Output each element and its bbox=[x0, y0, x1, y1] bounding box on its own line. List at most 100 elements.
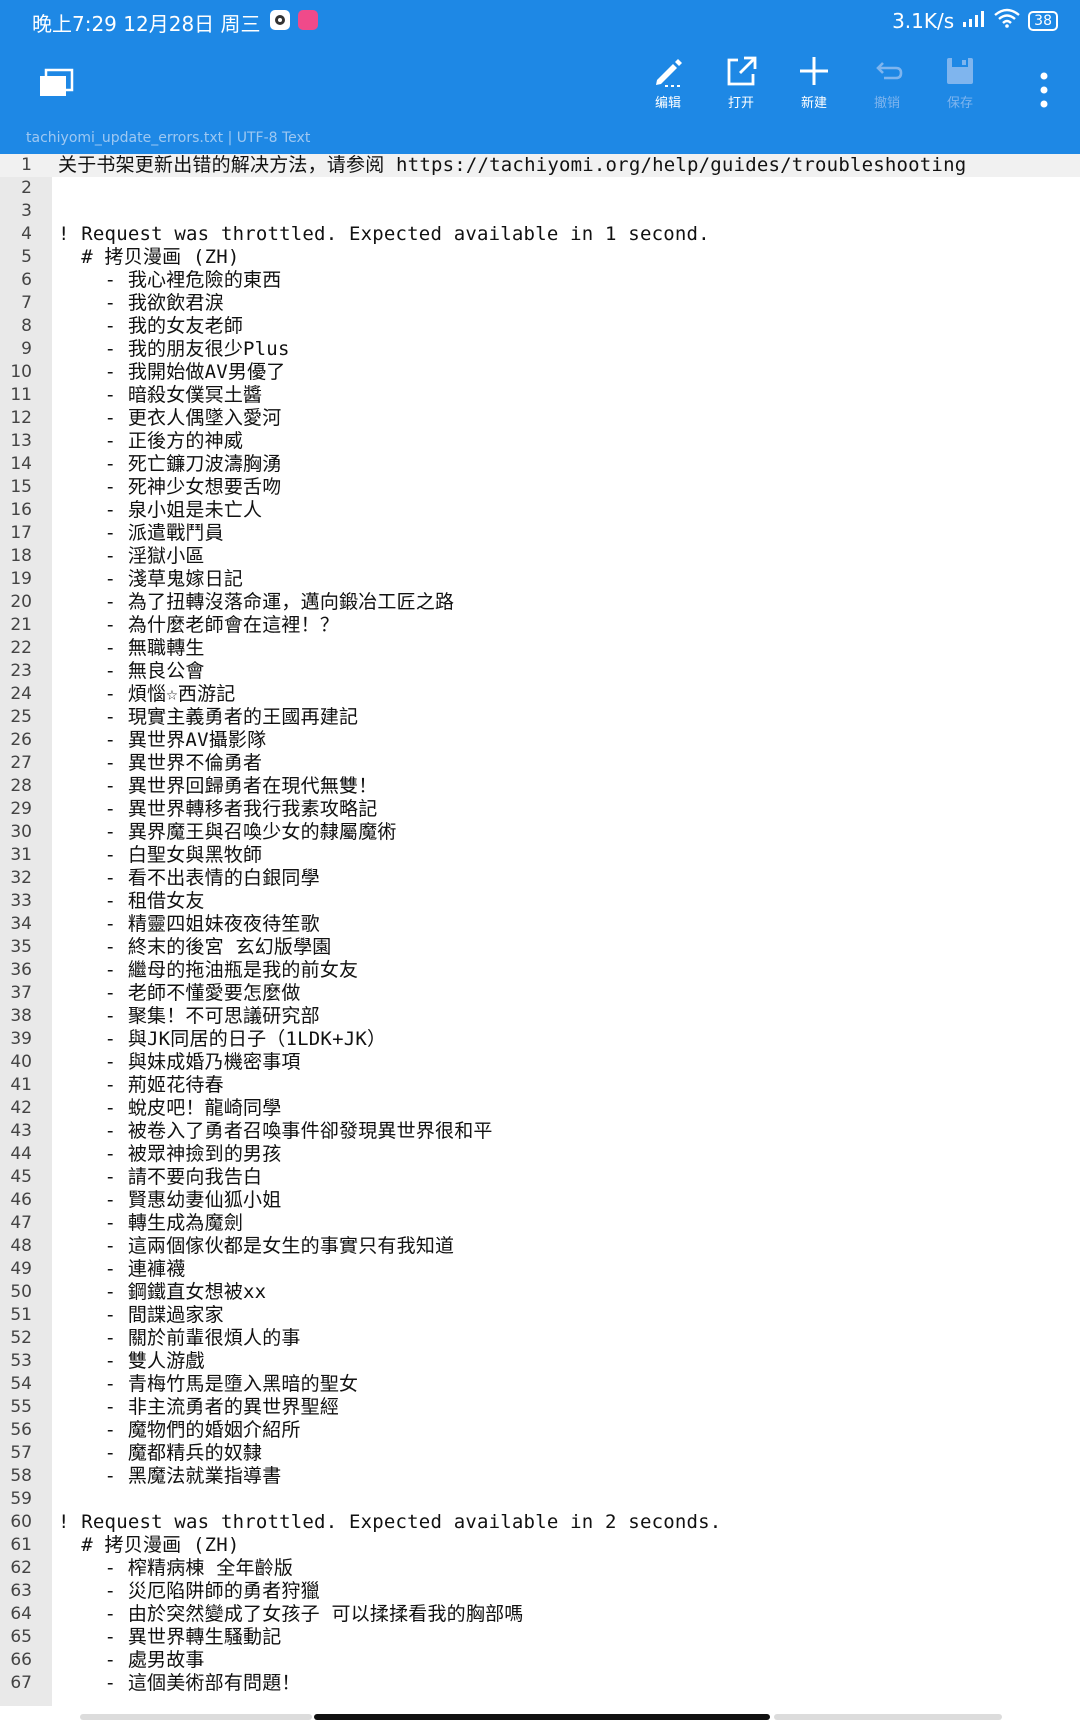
editor-line[interactable]: 49 - 連褲襪 bbox=[0, 1258, 1080, 1281]
editor-line[interactable]: 44 - 被眾神撿到的男孩 bbox=[0, 1143, 1080, 1166]
editor-line[interactable]: 52 - 關於前輩很煩人的事 bbox=[0, 1327, 1080, 1350]
editor-line[interactable]: 33 - 租借女友 bbox=[0, 890, 1080, 913]
line-number: 11 bbox=[10, 385, 32, 405]
editor-line[interactable]: 66 - 處男故事 bbox=[0, 1649, 1080, 1672]
line-text: - 鋼鐵直女想被xx bbox=[58, 1281, 267, 1303]
editor-line[interactable]: 50 - 鋼鐵直女想被xx bbox=[0, 1281, 1080, 1304]
undo-label: 撤销 bbox=[873, 96, 900, 111]
editor-line[interactable]: 20 - 為了扭轉沒落命運，邁向鍛冶工匠之路 bbox=[0, 591, 1080, 614]
editor-line[interactable]: 57 - 魔都精兵的奴隸 bbox=[0, 1442, 1080, 1465]
editor-line[interactable]: 47 - 轉生成為魔劍 bbox=[0, 1212, 1080, 1235]
editor-line[interactable]: 56 - 魔物們的婚姻介紹所 bbox=[0, 1419, 1080, 1442]
editor-line[interactable]: 4 ! Request was throttled. Expected avail… bbox=[0, 223, 1080, 246]
tabs-icon[interactable] bbox=[38, 68, 74, 98]
editor-line[interactable]: 16 - 泉小姐是未亡人 bbox=[0, 499, 1080, 522]
status-right: 3.1K/s 38 bbox=[892, 8, 1058, 33]
editor-line[interactable]: 30 - 異界魔王與召喚少女的隸屬魔術 bbox=[0, 821, 1080, 844]
editor-line[interactable]: 46 - 賢惠幼妻仙狐小姐 bbox=[0, 1189, 1080, 1212]
editor-line[interactable]: 65 - 異世界轉生騷動記 bbox=[0, 1626, 1080, 1649]
text-editor[interactable]: 1 关于书架更新出错的解决方法，请参阅 https://tachiyomi.org… bbox=[0, 154, 1080, 1706]
editor-line[interactable]: 58 - 黑魔法就業指導書 bbox=[0, 1465, 1080, 1488]
new-button[interactable]: 新建 bbox=[782, 50, 846, 120]
editor-line[interactable]: 25 - 現實主義勇者的王國再建記 bbox=[0, 706, 1080, 729]
line-text: - 這個美術部有問題！ bbox=[58, 1672, 301, 1694]
editor-line[interactable]: 28 - 異世界回歸勇者在現代無雙！ bbox=[0, 775, 1080, 798]
line-number: 7 bbox=[21, 293, 32, 313]
editor-line[interactable]: 14 - 死亡鐮刀波濤胸湧 bbox=[0, 453, 1080, 476]
editor-line[interactable]: 64 - 由於突然變成了女孩子 可以揉揉看我的胸部嗎 bbox=[0, 1603, 1080, 1626]
save-label: 保存 bbox=[946, 96, 973, 111]
editor-line[interactable]: 15 - 死神少女想要舌吻 bbox=[0, 476, 1080, 499]
editor-line[interactable]: 24 - 煩惱☆西游記 bbox=[0, 683, 1080, 706]
editor-line[interactable]: 26 - 異世界AV攝影隊 bbox=[0, 729, 1080, 752]
editor-line[interactable]: 22 - 無職轉生 bbox=[0, 637, 1080, 660]
line-number: 38 bbox=[10, 1006, 32, 1026]
line-number: 40 bbox=[10, 1052, 32, 1072]
editor-line[interactable]: 2 bbox=[0, 177, 1080, 200]
editor-line[interactable]: 11 - 暗殺女僕冥土醬 bbox=[0, 384, 1080, 407]
editor-line[interactable]: 54 - 青梅竹馬是墮入黑暗的聖女 bbox=[0, 1373, 1080, 1396]
editor-line[interactable]: 51 - 間諜過家家 bbox=[0, 1304, 1080, 1327]
editor-line[interactable]: 13 - 正後方的神威 bbox=[0, 430, 1080, 453]
editor-line[interactable]: 27 - 異世界不倫勇者 bbox=[0, 752, 1080, 775]
editor-line[interactable]: 48 - 這兩個傢伙都是女生的事實只有我知道 bbox=[0, 1235, 1080, 1258]
line-number: 28 bbox=[10, 776, 32, 796]
editor-line[interactable]: 42 - 蛻皮吧！龍崎同學 bbox=[0, 1097, 1080, 1120]
editor-line[interactable]: 55 - 非主流勇者的異世界聖經 bbox=[0, 1396, 1080, 1419]
editor-line[interactable]: 35 - 終末的後宮 玄幻版學園 bbox=[0, 936, 1080, 959]
editor-line[interactable]: 61 # 拷贝漫画 (ZH) bbox=[0, 1534, 1080, 1557]
editor-line[interactable]: 53 - 雙人游戲 bbox=[0, 1350, 1080, 1373]
editor-line[interactable]: 45 - 請不要向我告白 bbox=[0, 1166, 1080, 1189]
undo-button[interactable]: 撤销 bbox=[855, 50, 919, 120]
open-button[interactable]: 打开 bbox=[709, 50, 773, 120]
editor-line[interactable]: 60 ! Request was throttled. Expected avai… bbox=[0, 1511, 1080, 1534]
editor-line[interactable]: 1 关于书架更新出错的解决方法，请参阅 https://tachiyomi.org… bbox=[0, 154, 1080, 177]
editor-line[interactable]: 21 - 為什麼老師會在這裡！？ bbox=[0, 614, 1080, 637]
line-number: 5 bbox=[21, 247, 32, 267]
editor-line[interactable]: 32 - 看不出表情的白銀同學 bbox=[0, 867, 1080, 890]
editor-line[interactable]: 39 - 與JK同居的日子（1LDK+JK） bbox=[0, 1028, 1080, 1051]
status-bar: 晚上7:29 12月28日 周三 3.1K/s 38 bbox=[0, 0, 1080, 40]
editor-line[interactable]: 37 - 老師不懂愛要怎麼做 bbox=[0, 982, 1080, 1005]
line-number: 24 bbox=[10, 684, 32, 704]
line-number: 63 bbox=[10, 1581, 32, 1601]
line-text: - 黑魔法就業指導書 bbox=[58, 1465, 282, 1487]
editor-line[interactable]: 63 - 災厄陷阱師的勇者狩獵 bbox=[0, 1580, 1080, 1603]
editor-line[interactable]: 67 - 這個美術部有問題！ bbox=[0, 1672, 1080, 1695]
editor-line[interactable]: 17 - 派遣戰鬥員 bbox=[0, 522, 1080, 545]
scroll-track bbox=[774, 1714, 1002, 1720]
editor-line[interactable]: 18 - 淫獄小區 bbox=[0, 545, 1080, 568]
editor-line[interactable]: 31 - 白聖女與黑牧師 bbox=[0, 844, 1080, 867]
horizontal-scroll-thumb[interactable] bbox=[314, 1714, 770, 1720]
editor-line[interactable]: 29 - 異世界轉移者我行我素攻略記 bbox=[0, 798, 1080, 821]
line-text: - 無職轉生 bbox=[58, 637, 205, 659]
editor-line[interactable]: 34 - 精靈四姐妹夜夜待笙歌 bbox=[0, 913, 1080, 936]
edit-button[interactable]: 编辑 bbox=[636, 50, 700, 120]
editor-line[interactable]: 7 - 我欲飲君淚 bbox=[0, 292, 1080, 315]
editor-line[interactable]: 9 - 我的朋友很少Plus bbox=[0, 338, 1080, 361]
editor-line[interactable]: 62 - 榨精病棟 全年齡版 bbox=[0, 1557, 1080, 1580]
editor-line[interactable]: 6 - 我心裡危險的東西 bbox=[0, 269, 1080, 292]
editor-line[interactable]: 12 - 更衣人偶墜入愛河 bbox=[0, 407, 1080, 430]
editor-line[interactable]: 38 - 聚集！不可思議研究部 bbox=[0, 1005, 1080, 1028]
line-number: 57 bbox=[10, 1443, 32, 1463]
more-vertical-icon[interactable] bbox=[1036, 70, 1052, 110]
editor-line[interactable]: 59 bbox=[0, 1488, 1080, 1511]
line-number: 25 bbox=[10, 707, 32, 727]
editor-line[interactable]: 41 - 荊姬花待春 bbox=[0, 1074, 1080, 1097]
line-text: - 非主流勇者的異世界聖經 bbox=[58, 1396, 340, 1418]
editor-line[interactable]: 8 - 我的女友老師 bbox=[0, 315, 1080, 338]
line-number: 34 bbox=[10, 914, 32, 934]
editor-line[interactable]: 36 - 繼母的拖油瓶是我的前女友 bbox=[0, 959, 1080, 982]
editor-line[interactable]: 23 - 無良公會 bbox=[0, 660, 1080, 683]
save-button[interactable]: 保存 bbox=[928, 50, 992, 120]
line-text: - 異世界轉移者我行我素攻略記 bbox=[58, 798, 378, 820]
editor-line[interactable]: 5 # 拷贝漫画 (ZH) bbox=[0, 246, 1080, 269]
editor-line[interactable]: 10 - 我開始做AV男優了 bbox=[0, 361, 1080, 384]
editor-line[interactable]: 43 - 被卷入了勇者召喚事件卻發現異世界很和平 bbox=[0, 1120, 1080, 1143]
editor-line[interactable]: 3 bbox=[0, 200, 1080, 223]
line-text: - 賢惠幼妻仙狐小姐 bbox=[58, 1189, 282, 1211]
editor-line[interactable]: 19 - 淺草鬼嫁日記 bbox=[0, 568, 1080, 591]
editor-line[interactable]: 40 - 與妹成婚乃機密事項 bbox=[0, 1051, 1080, 1074]
line-number: 2 bbox=[21, 178, 32, 198]
